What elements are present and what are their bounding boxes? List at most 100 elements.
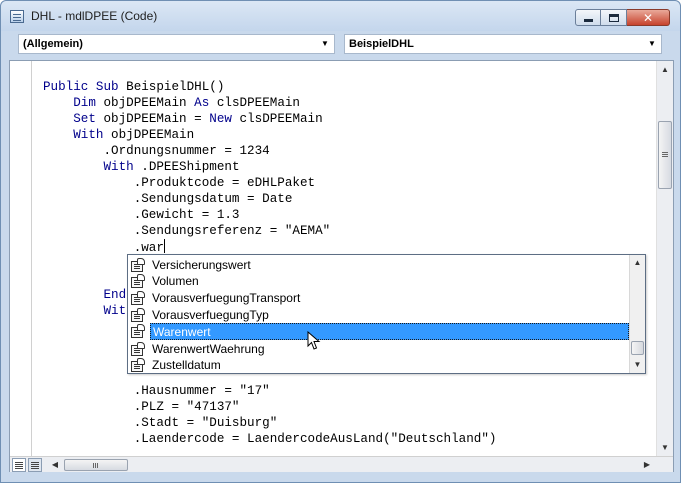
property-icon [130,324,146,339]
scroll-up-icon[interactable]: ▲ [630,255,645,271]
code-text: .Sendungsdatum = Date [43,192,293,206]
code-line[interactable]: With .DPEEShipment [43,159,496,175]
property-icon [130,342,146,357]
procedure-dropdown-value: BeispielDHL [349,38,414,50]
procedure-view-button[interactable] [12,458,26,472]
code-line[interactable]: .Produktcode = eDHLPaket [43,175,496,191]
code-module-icon[interactable] [10,10,24,23]
code-text: .Sendungsreferenz = "AEMA" [43,224,331,238]
text-caret [163,239,165,253]
intellisense-item-label: Warenwert [150,323,629,340]
close-button[interactable]: ✕ [627,9,670,26]
margin-indicator-bar[interactable] [10,61,32,456]
code-text: .Laendercode = LaendercodeAusLand("Deuts… [43,432,497,446]
title-bar[interactable]: DHL - mdlDPEE (Code) ✕ [1,1,680,31]
code-line[interactable]: .Ordnungsnummer = 1234 [43,143,496,159]
code-text: .Gewicht = 1.3 [43,208,240,222]
mouse-pointer-icon [307,331,321,350]
property-icon [130,274,146,289]
code-line[interactable]: With objDPEEMain [43,127,496,143]
code-text: .DPEEShipment [133,160,240,174]
property-icon [130,308,146,323]
code-text: clsDPEEMain [209,96,300,110]
scroll-left-icon[interactable]: ◀ [48,456,62,473]
code-text: .Hausnummer = "17" [43,384,270,398]
close-icon: ✕ [642,10,654,25]
code-line[interactable]: Set objDPEEMain = New clsDPEEMain [43,111,496,127]
code-text: BeispielDHL() [118,80,225,94]
property-icon [130,258,146,273]
intellisense-list[interactable]: ▲ ▼ Versicherungswert Volumen Vorausverfue… [127,254,646,374]
chevron-down-icon[interactable]: ▼ [646,38,658,50]
property-icon [130,291,146,306]
intellisense-item[interactable]: Volumen [130,273,628,290]
code-keyword: Dim [73,96,96,110]
code-line[interactable]: Dim objDPEEMain As clsDPEEMain [43,95,496,111]
code-keyword: With [103,160,134,174]
scroll-down-icon[interactable]: ▼ [630,357,645,373]
intellisense-item-label: Volumen [152,274,199,288]
intellisense-item-label: Zustelldatum [152,358,221,372]
scroll-down-icon[interactable]: ▼ [657,439,673,456]
procedure-dropdown[interactable]: BeispielDHL ▼ [344,34,662,54]
caption-buttons: ✕ [575,9,670,27]
code-line[interactable]: .Sendungsreferenz = "AEMA" [43,223,496,239]
code-text: objDPEEMain [103,128,195,142]
code-line[interactable]: .Gewicht = 1.3 [43,207,496,223]
property-icon [130,358,146,373]
code-window: DHL - mdlDPEE (Code) ✕ (Allgemein) ▼ Bei… [0,0,681,483]
intellisense-scroll-thumb[interactable] [631,341,644,355]
horizontal-scroll-thumb[interactable] [64,459,128,471]
code-keyword: As [194,96,210,110]
code-line[interactable]: .Laendercode = LaendercodeAusLand("Deuts… [43,431,497,447]
code-text: clsDPEEMain [231,112,323,126]
intellisense-item-label: VorausverfuegungTransport [152,291,301,305]
vertical-scrollbar[interactable]: ▲ ▼ [656,61,673,456]
code-keyword: New [209,112,232,126]
code-text: .Stadt = "Duisburg" [43,416,278,430]
scroll-right-icon[interactable]: ▶ [640,456,654,473]
code-line[interactable]: .war [43,239,496,255]
chevron-down-icon[interactable]: ▼ [319,38,331,50]
maximize-icon [608,13,619,22]
intellisense-item-label: Versicherungswert [152,258,251,272]
vertical-scroll-thumb[interactable] [658,121,672,189]
object-dropdown[interactable]: (Allgemein) ▼ [18,34,335,54]
intellisense-item[interactable]: VorausverfuegungTransport [130,290,628,307]
code-text: objDPEEMain [95,96,195,110]
scroll-up-icon[interactable]: ▲ [657,61,673,78]
code-keyword: Set [73,112,96,126]
minimize-icon [583,19,593,22]
full-module-view-button[interactable] [28,458,42,472]
horizontal-scroll-area: ◀ ▶ [10,456,673,472]
code-line[interactable]: Public Sub BeispielDHL() [43,79,496,95]
minimize-button[interactable] [575,9,601,26]
code-line[interactable]: .PLZ = "47137" [43,399,496,415]
window-title: DHL - mdlDPEE (Code) [31,9,158,23]
intellisense-item[interactable]: WarenwertWaehrung [130,341,628,358]
object-dropdown-value: (Allgemein) [23,38,83,50]
code-text: .Produktcode = eDHLPaket [43,176,316,190]
code-keyword: End [103,288,127,302]
code-line[interactable]: .Stadt = "Duisburg" [43,415,496,431]
maximize-button[interactable] [601,9,627,26]
code-line[interactable]: .Sendungsdatum = Date [43,191,496,207]
code-text: .PLZ = "47137" [43,400,240,414]
intellisense-item[interactable]: Zustelldatum [130,357,628,374]
intellisense-item[interactable]: VorausverfuegungTyp [130,307,628,324]
code-keyword: Public Sub [43,80,119,94]
intellisense-item[interactable]: Versicherungswert [130,257,628,274]
code-line[interactable]: .Hausnummer = "17" [43,383,496,399]
intellisense-scrollbar[interactable]: ▲ ▼ [629,255,645,373]
intellisense-item[interactable]: Warenwert [130,323,629,340]
intellisense-item-label: VorausverfuegungTyp [152,308,269,322]
code-text: .war [43,241,164,255]
code-text: .Ordnungsnummer = 1234 [43,144,270,158]
code-text: objDPEEMain = [95,112,210,126]
